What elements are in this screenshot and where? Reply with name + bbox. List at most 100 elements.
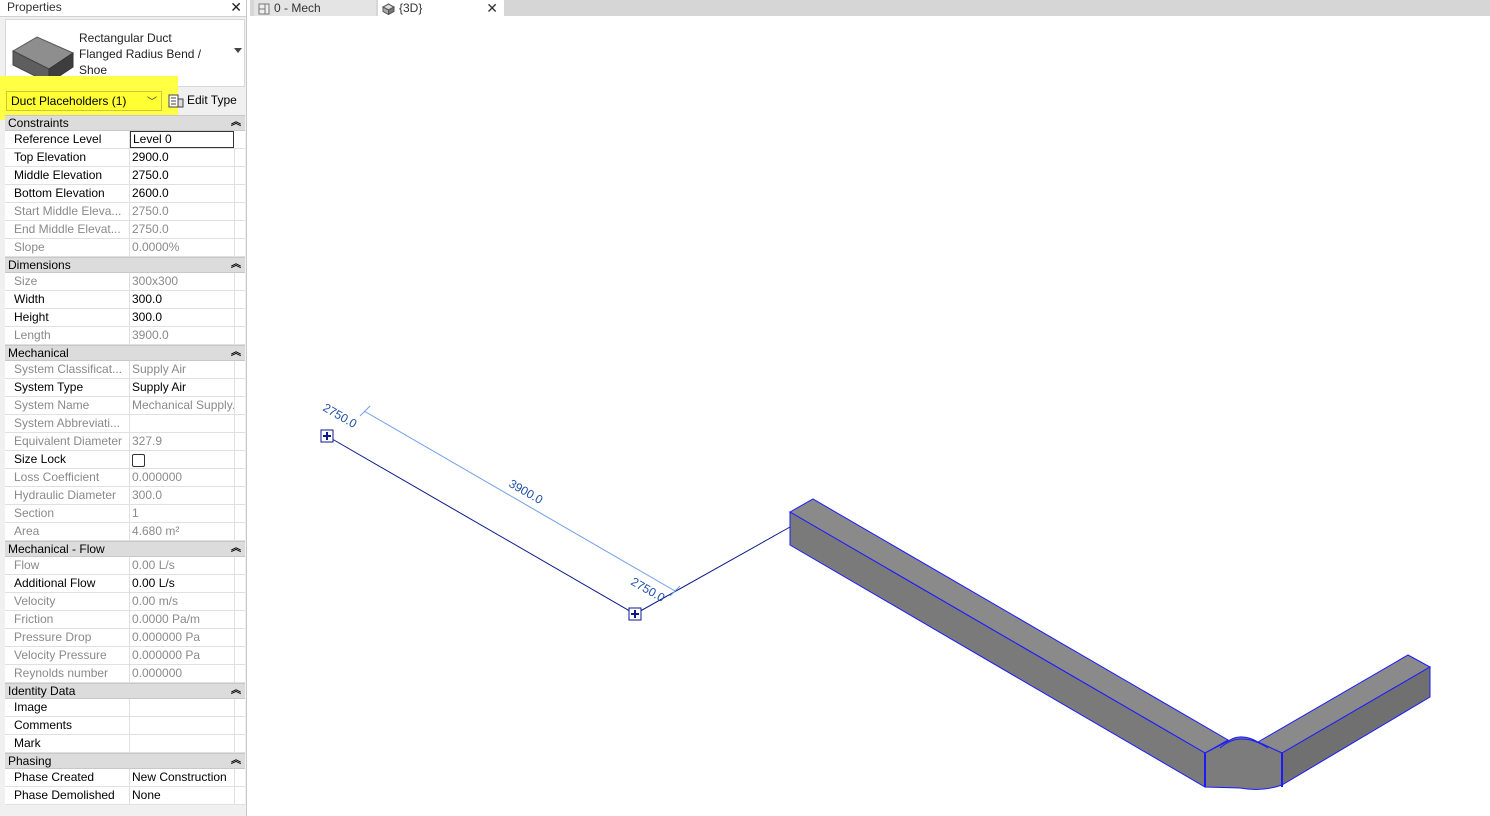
property-value[interactable]: None (130, 787, 235, 804)
tab-0-mech[interactable]: 0 - Mech (254, 0, 376, 16)
property-value[interactable]: 300.0 (130, 309, 235, 326)
property-value[interactable] (130, 717, 235, 734)
property-value: 0.000000 Pa (130, 647, 235, 664)
duct-segment-short[interactable] (1256, 654, 1432, 786)
property-row: Mark (5, 735, 245, 753)
property-value[interactable]: 300.0 (130, 291, 235, 308)
collapse-icon[interactable]: ︽ (231, 542, 241, 556)
property-value: 0.000000 Pa (130, 629, 235, 646)
property-label: Additional Flow (5, 575, 130, 592)
property-value[interactable]: New Construction (130, 769, 235, 786)
property-value[interactable]: 2900.0 (130, 149, 235, 166)
group-name: Mechanical (8, 346, 69, 360)
elevation-label-start: 2750.0 (321, 400, 360, 431)
floor-plan-icon (258, 3, 270, 15)
size-lock-checkbox[interactable] (130, 451, 235, 468)
property-label: Loss Coefficient (5, 469, 130, 486)
close-icon[interactable]: ✕ (230, 0, 242, 15)
group-header[interactable]: Identity Data ︽ (5, 683, 245, 699)
property-row: Height 300.0 (5, 309, 245, 327)
property-row: Phase Created New Construction (5, 769, 245, 787)
endpoint-grip-icon[interactable] (320, 429, 334, 443)
dimension-tick (359, 405, 371, 417)
property-row: System Type Supply Air (5, 379, 245, 397)
collapse-icon[interactable]: ︽ (231, 258, 241, 272)
3d-viewport[interactable]: 2750.0 3900.0 2750.0 (248, 16, 1490, 816)
group-name: Dimensions (8, 258, 71, 272)
duct-placeholder-line[interactable] (326, 435, 791, 615)
property-value[interactable]: Supply Air (130, 379, 235, 396)
property-label: Flow (5, 557, 130, 574)
property-value: 0.00 m/s (130, 593, 235, 610)
property-value[interactable] (130, 735, 235, 752)
property-row: Section 1 (5, 505, 245, 523)
property-value: Mechanical Supply... (132, 397, 235, 414)
tab-3d[interactable]: {3D} ✕ (378, 0, 504, 16)
property-row: Length 3900.0 (5, 327, 245, 345)
property-label: System Classificat... (5, 361, 130, 378)
edit-type-label: Edit Type (187, 93, 237, 107)
duct-segment-long[interactable] (788, 498, 1230, 788)
view-tab-bar: 0 - Mech {3D} ✕ (250, 0, 1490, 16)
group-header[interactable]: Mechanical - Flow ︽ (5, 541, 245, 557)
collapse-icon[interactable]: ︽ (231, 346, 241, 360)
property-value: 0.000000 (130, 469, 235, 486)
property-value: 0.000000 (130, 665, 235, 682)
length-label: 3900.0 (507, 476, 546, 507)
property-value[interactable]: Level 0 (130, 131, 234, 148)
collapse-icon[interactable]: ︽ (231, 684, 241, 698)
property-value[interactable]: 2750.0 (130, 167, 235, 184)
type-dropdown-arrow-icon[interactable] (234, 48, 242, 53)
group-name: Phasing (8, 754, 52, 768)
property-value: 2750.0 (130, 203, 235, 220)
property-value[interactable]: 2600.0 (130, 185, 235, 202)
property-value: 327.9 (130, 433, 235, 450)
edit-type-button[interactable]: Edit Type (168, 90, 237, 110)
endpoint-grip-icon[interactable] (628, 607, 642, 621)
property-label: Friction (5, 611, 130, 628)
property-label: Slope (5, 239, 130, 256)
group-header[interactable]: Mechanical ︽ (5, 345, 245, 361)
property-value: 300.0 (130, 487, 235, 504)
tab-label: {3D} (399, 1, 423, 15)
group-header[interactable]: Dimensions ︽ (5, 257, 245, 273)
property-row: Bottom Elevation 2600.0 (5, 185, 245, 203)
edit-type-icon (168, 94, 184, 108)
collapse-icon[interactable]: ︽ (231, 116, 241, 130)
property-label: Equivalent Diameter (5, 433, 130, 450)
property-value[interactable] (130, 699, 235, 716)
dimension-tick (669, 585, 681, 597)
property-row: End Middle Elevat... 2750.0 (5, 221, 245, 239)
checkbox-icon[interactable] (132, 454, 145, 467)
property-row: Top Elevation 2900.0 (5, 149, 245, 167)
properties-title-bar: Properties ✕ (0, 0, 246, 17)
property-label: System Abbreviati... (5, 415, 130, 432)
property-label: Bottom Elevation (5, 185, 130, 202)
property-label: Phase Created (5, 769, 130, 786)
group-header[interactable]: Phasing ︽ (5, 753, 245, 769)
property-value: 300x300 (130, 273, 235, 290)
dimension-line (363, 410, 676, 592)
property-value[interactable]: 0.00 L/s (130, 575, 235, 592)
group-name: Constraints (8, 116, 69, 130)
properties-title: Properties (7, 0, 62, 14)
property-row: Middle Elevation 2750.0 (5, 167, 245, 185)
element-filter-dropdown[interactable]: Duct Placeholders (1) ﹀ (6, 91, 162, 111)
type-name-label: Flanged Radius Bend / Shoe (79, 47, 202, 77)
close-icon[interactable]: ✕ (486, 0, 498, 16)
property-row: Size 300x300 (5, 273, 245, 291)
property-label: Section (5, 505, 130, 522)
property-row: Friction 0.0000 Pa/m (5, 611, 245, 629)
property-label: Area (5, 523, 130, 540)
property-label: Length (5, 327, 130, 344)
collapse-icon[interactable]: ︽ (231, 754, 241, 768)
property-row: Equivalent Diameter 327.9 (5, 433, 245, 451)
property-label: Height (5, 309, 130, 326)
property-label: Comments (5, 717, 130, 734)
property-value: 2750.0 (130, 221, 235, 238)
property-row: Area 4.680 m² (5, 523, 245, 541)
group-name: Mechanical - Flow (8, 542, 105, 556)
filter-value: Duct Placeholders (1) (11, 94, 127, 108)
group-header[interactable]: Constraints ︽ (5, 115, 245, 131)
property-label: System Name (5, 397, 130, 414)
